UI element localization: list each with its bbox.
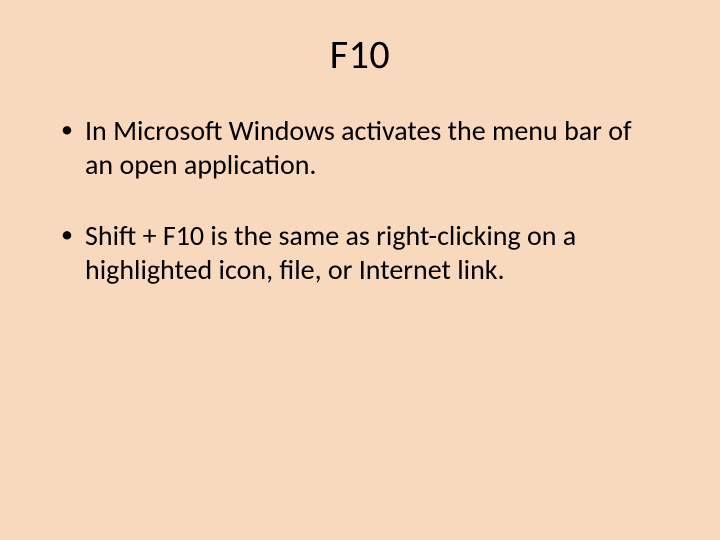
slide-title: F10 [55,30,665,79]
bullet-item: In Microsoft Windows activates the menu … [55,114,665,181]
bullet-item: Shift + F10 is the same as right-clickin… [55,219,665,286]
bullet-list: In Microsoft Windows activates the menu … [55,114,665,286]
slide: F10 In Microsoft Windows activates the m… [0,0,720,540]
